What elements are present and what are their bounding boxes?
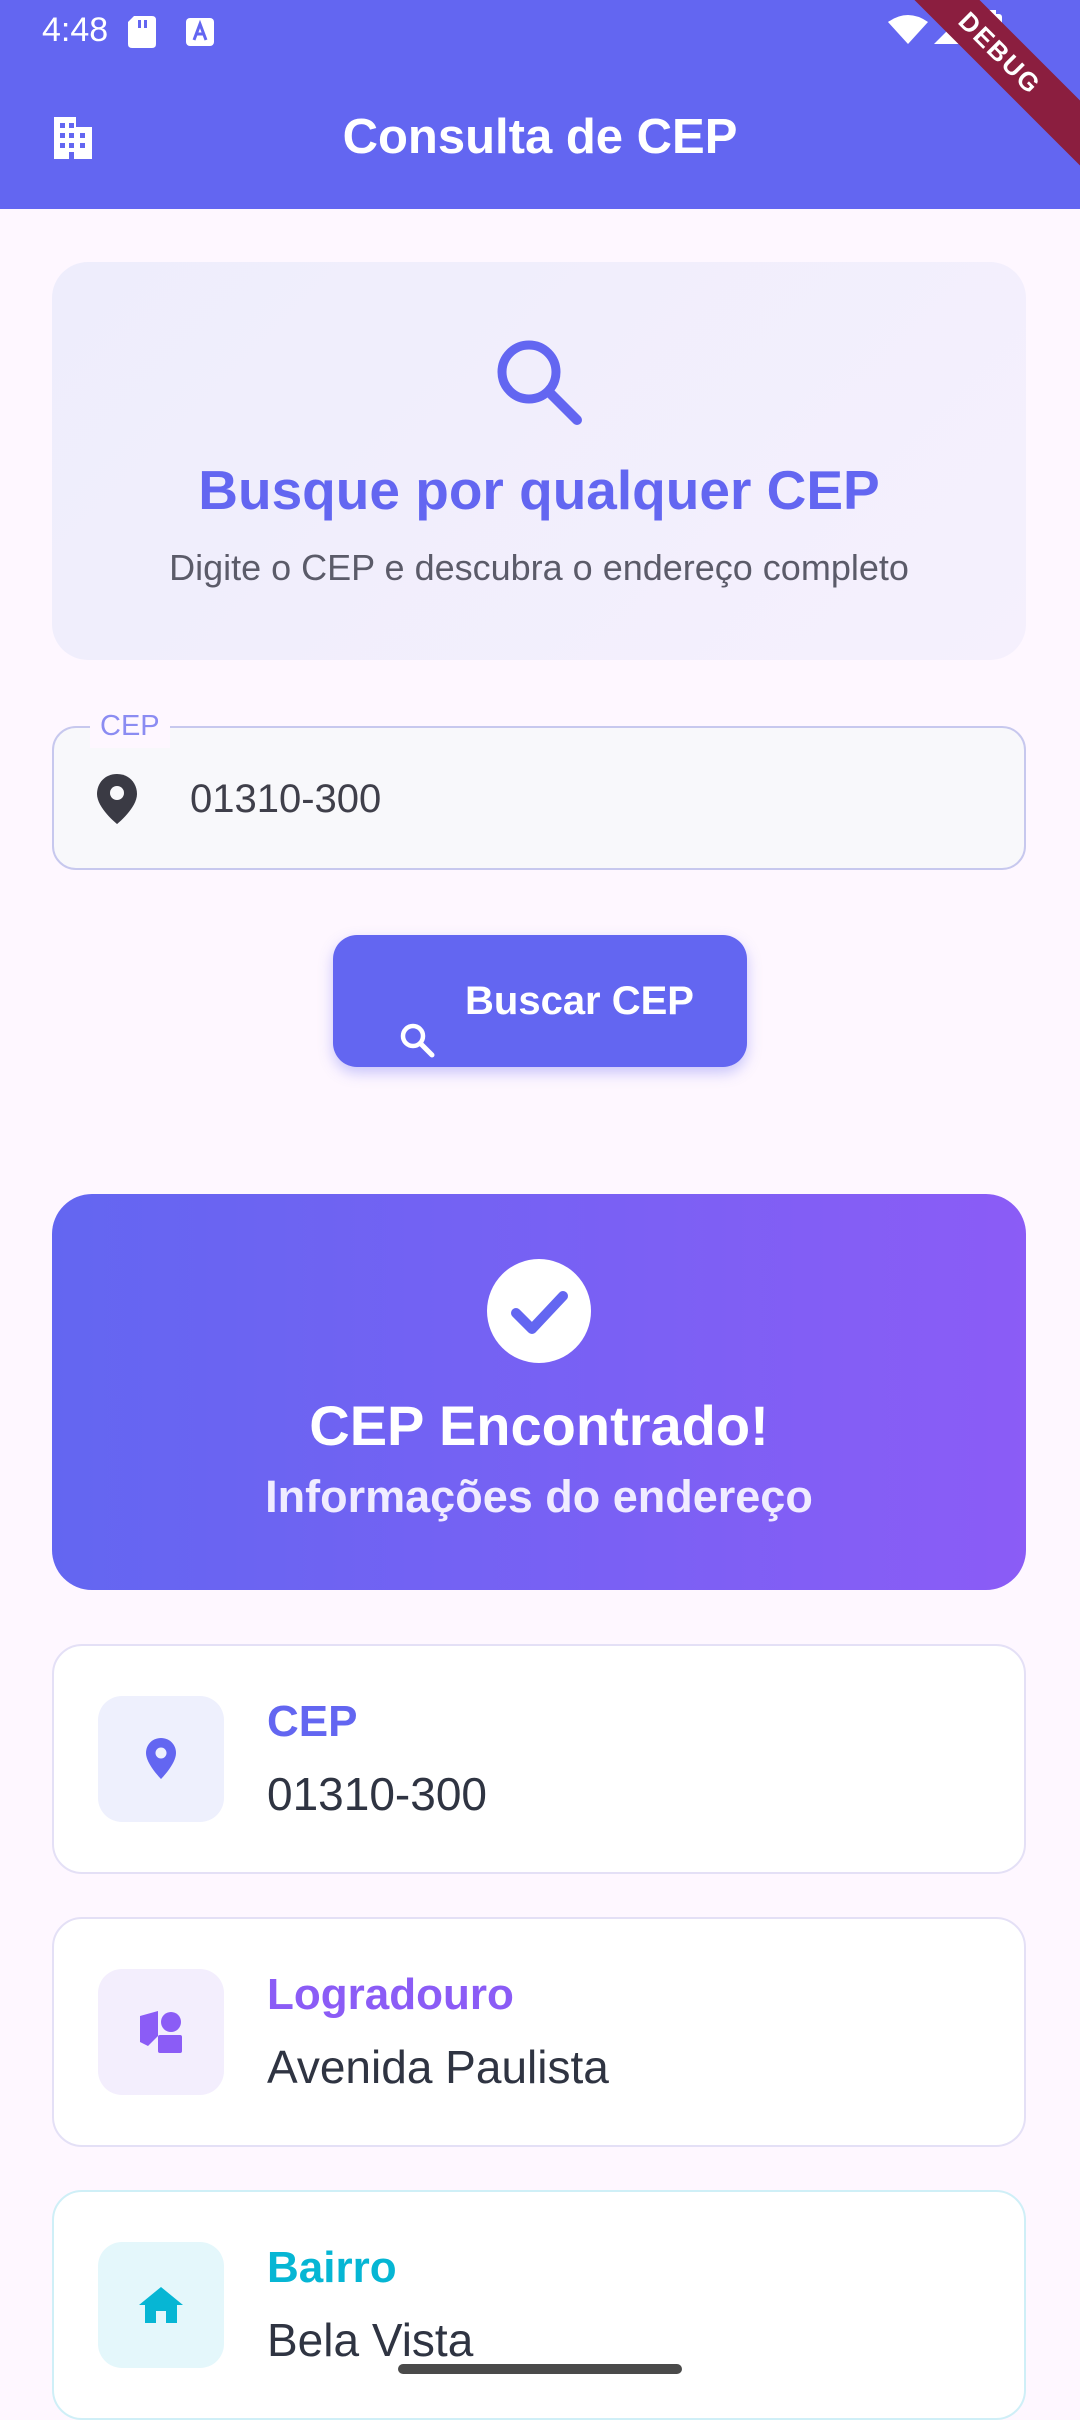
app-bar: 4:48 Consulta de CEP DEBUG <box>0 0 1080 209</box>
info-label: CEP <box>267 1697 358 1746</box>
gesture-navigation-bar[interactable] <box>398 2364 682 2374</box>
wifi-icon <box>888 14 928 49</box>
sd-card-icon <box>128 16 156 53</box>
search-cep-button[interactable]: Buscar CEP <box>333 935 747 1067</box>
hero-subtitle: Digite o CEP e descubra o endereço compl… <box>169 547 909 588</box>
search-icon <box>397 981 437 1113</box>
hero-title: Busque por qualquer CEP <box>198 459 880 521</box>
cep-input[interactable] <box>190 764 970 834</box>
search-cep-button-label: Buscar CEP <box>465 979 694 1023</box>
info-tile <box>98 2242 224 2368</box>
page-title: Consulta de CEP <box>342 110 738 164</box>
cep-field[interactable]: CEP <box>52 704 1026 870</box>
info-value: Avenida Paulista <box>267 2041 609 2093</box>
info-card-cep: CEP 01310-300 <box>52 1644 1026 1874</box>
accessibility-a-icon <box>186 18 214 51</box>
info-label: Bairro <box>267 2243 397 2292</box>
info-value: Bela Vista <box>267 2314 474 2366</box>
info-card-logradouro: Logradouro Avenida Paulista <box>52 1917 1026 2147</box>
info-card-bairro: Bairro Bela Vista <box>52 2190 1026 2420</box>
search-intro-card: Busque por qualquer CEP Digite o CEP e d… <box>52 262 1026 660</box>
cep-field-label: CEP <box>90 704 170 748</box>
check-circle-icon <box>486 1258 592 1369</box>
info-value: 01310-300 <box>267 1768 487 1820</box>
location-pin-icon <box>92 772 142 831</box>
info-label: Logradouro <box>267 1970 514 2019</box>
result-banner: CEP Encontrado! Informações do endereço <box>52 1194 1026 1590</box>
result-title: CEP Encontrado! <box>309 1394 769 1457</box>
result-subtitle: Informações do endereço <box>265 1471 813 1522</box>
status-time: 4:48 <box>42 11 109 49</box>
info-tile <box>98 1696 224 1822</box>
search-icon <box>491 334 587 435</box>
info-tile <box>98 1969 224 2095</box>
